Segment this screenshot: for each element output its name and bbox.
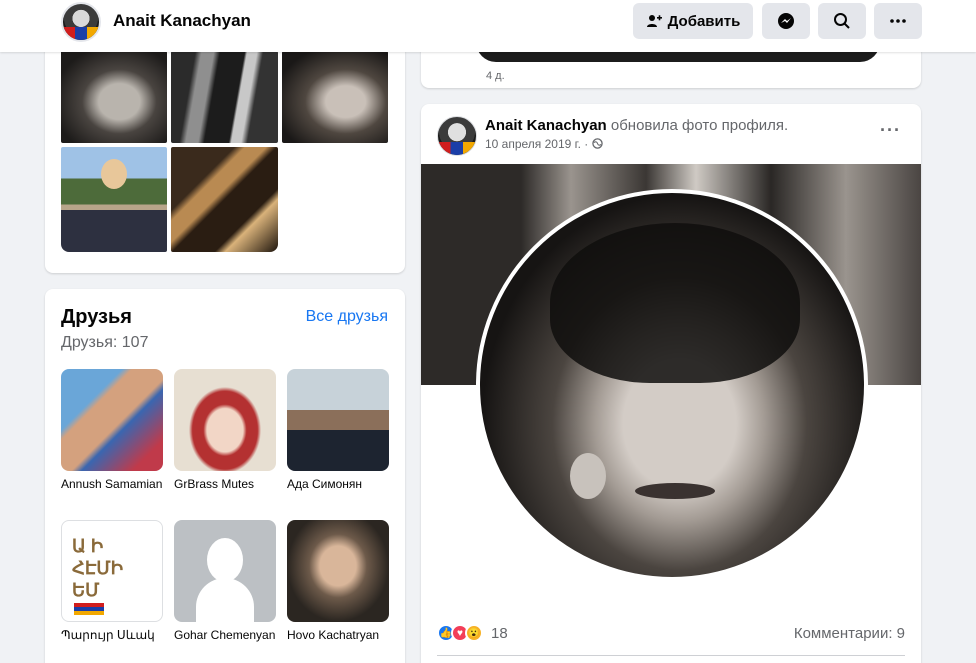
add-friend-button[interactable]: Добавить: [633, 3, 753, 39]
post-date-line: 10 апреля 2019 г. ·: [485, 137, 603, 151]
reactions-summary[interactable]: 👍 ♥ 😮 18: [437, 624, 508, 642]
photos-card: [45, 30, 405, 273]
default-avatar-icon[interactable]: [174, 520, 276, 622]
divider: [437, 655, 905, 656]
author-avatar[interactable]: [437, 116, 477, 156]
search-icon: [834, 13, 850, 29]
comments-count[interactable]: Комментарии: 9: [794, 625, 905, 642]
photo-thumbnail[interactable]: [171, 147, 278, 252]
photo-thumbnail[interactable]: [61, 147, 167, 252]
friend-photo[interactable]: [61, 520, 163, 622]
post-options-icon[interactable]: ···: [880, 120, 901, 141]
friend-item[interactable]: Պարույր Սևակ: [61, 520, 163, 643]
friends-card: Друзья Друзья: 107 Все друзья Annush Sam…: [45, 289, 405, 663]
photo-thumbnail[interactable]: [61, 51, 167, 143]
friend-item[interactable]: GrBrass Mutes: [174, 369, 276, 492]
friend-name[interactable]: Ада Симонян: [287, 477, 389, 492]
photo-detail: [570, 453, 606, 499]
globe-icon: [591, 138, 603, 149]
friend-name[interactable]: Gohar Chemenyan: [174, 628, 276, 643]
messenger-button[interactable]: [762, 3, 810, 39]
friend-photo[interactable]: [287, 369, 389, 471]
friend-item[interactable]: Gohar Chemenyan: [174, 520, 276, 643]
more-icon: [890, 19, 906, 23]
friend-name[interactable]: Hovo Kachatryan: [287, 628, 389, 643]
post-action-text: обновила фото профиля.: [610, 117, 789, 134]
profile-name[interactable]: Anait Kanachyan: [113, 11, 251, 31]
friend-photo[interactable]: [174, 369, 276, 471]
friend-photo[interactable]: [287, 520, 389, 622]
friend-item[interactable]: Hovo Kachatryan: [287, 520, 389, 643]
profile-photo[interactable]: [476, 189, 868, 581]
post-date[interactable]: 10 апреля 2019 г. ·: [485, 137, 588, 151]
photo-thumbnail[interactable]: [282, 51, 388, 143]
author-name[interactable]: Anait Kanachyan: [485, 117, 607, 134]
top-bar: Anait Kanachyan Добавить: [0, 0, 976, 52]
post-card: Anait Kanachyan обновила фото профиля. 1…: [421, 104, 921, 663]
reaction-count: 18: [491, 624, 508, 642]
friends-count: Друзья: 107: [61, 334, 149, 351]
friend-item[interactable]: Ада Симонян: [287, 369, 389, 492]
profile-avatar[interactable]: [61, 2, 101, 42]
photo-thumbnail[interactable]: [171, 51, 278, 143]
friend-name[interactable]: Պարույր Սևակ: [61, 628, 163, 643]
friend-photo[interactable]: [61, 369, 163, 471]
all-friends-link[interactable]: Все друзья: [306, 308, 388, 326]
friend-item[interactable]: Annush Samamian: [61, 369, 163, 492]
wow-icon: 😮: [465, 624, 483, 642]
add-friend-icon: [646, 15, 662, 27]
post-timestamp[interactable]: 4 д.: [486, 70, 505, 82]
friend-name[interactable]: GrBrass Mutes: [174, 477, 276, 492]
search-button[interactable]: [818, 3, 866, 39]
add-friend-label: Добавить: [667, 12, 741, 30]
more-button[interactable]: [874, 3, 922, 39]
friends-title: Друзья: [61, 306, 132, 328]
messenger-icon: [778, 13, 794, 29]
friend-name[interactable]: Annush Samamian: [61, 477, 163, 492]
post-header: Anait Kanachyan обновила фото профиля.: [485, 117, 788, 134]
